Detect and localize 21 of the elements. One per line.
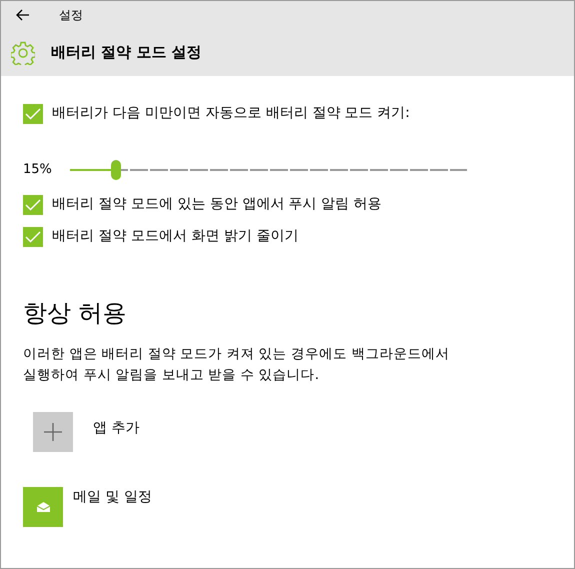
checkbox[interactable] xyxy=(23,104,43,124)
plus-icon[interactable] xyxy=(44,422,62,441)
settings-icon xyxy=(11,40,35,64)
window-title: 설정 xyxy=(59,7,83,24)
app-name: 메일 및 일정 xyxy=(73,488,152,507)
mail-icon xyxy=(36,502,50,512)
slider-value: 15% xyxy=(23,161,52,180)
page-title: 배터리 절약 모드 설정 xyxy=(51,42,202,64)
checkbox[interactable] xyxy=(23,194,43,214)
app-tile[interactable] xyxy=(23,486,63,527)
add-app-button[interactable] xyxy=(33,412,73,452)
checkbox-label: 배터리 절약 모드에 있는 동안 앱에서 푸시 알림 허용 xyxy=(52,195,382,214)
checkbox-label: 배터리 절약 모드에서 화면 밝기 줄이기 xyxy=(52,227,298,246)
checkbox-label: 배터리가 다음 미만이면 자동으로 배터리 절약 모드 켜기: xyxy=(52,104,410,123)
slider[interactable] xyxy=(70,160,467,180)
add-app-label: 앱 추가 xyxy=(93,418,140,438)
section-heading: 항상 허용 xyxy=(23,299,128,328)
description-text: 이러한 앱은 배터리 절약 모드가 켜져 있는 경우에도 백그라운드에서 실행하여 푸시 알림을 보내고 받을 수 있습니다. xyxy=(23,344,450,385)
back-arrow-icon[interactable] xyxy=(16,9,30,21)
checkbox[interactable] xyxy=(23,226,43,246)
slider-thumb[interactable] xyxy=(110,160,121,180)
